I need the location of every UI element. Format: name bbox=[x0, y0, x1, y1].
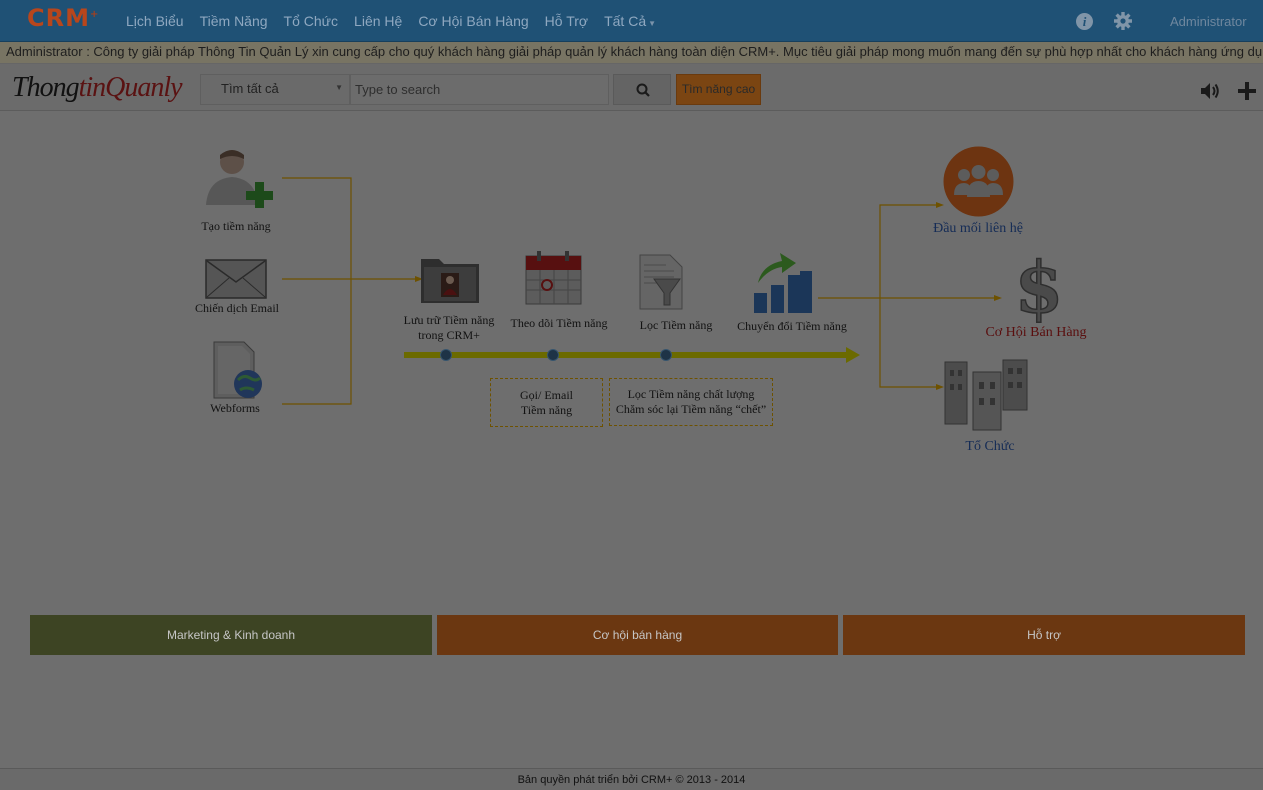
note-quality: Lọc Tiềm năng chất lượng Chăm sóc lại Ti… bbox=[609, 378, 773, 426]
timeline-node bbox=[547, 349, 559, 361]
category-support-button[interactable]: Hỗ trợ bbox=[843, 615, 1245, 655]
note-quality-line-1: Lọc Tiềm năng chất lượng bbox=[627, 387, 755, 401]
source-label-email-campaign: Chiến dịch Email bbox=[195, 301, 279, 315]
webforms-icon[interactable] bbox=[208, 340, 266, 402]
source-label-webforms: Webforms bbox=[210, 401, 260, 415]
dollar-icon[interactable]: $ bbox=[1008, 248, 1070, 324]
category-opportunity-button[interactable]: Cơ hội bán hàng bbox=[437, 615, 838, 655]
timeline-node bbox=[440, 349, 452, 361]
step-label-store-2: trong CRM+ bbox=[418, 328, 480, 342]
output-label-contact: Đầu mối liên hệ bbox=[933, 221, 1023, 236]
note-call-email: Gọi/ Email Tiềm năng bbox=[490, 378, 603, 427]
step-label-filter: Lọc Tiềm năng bbox=[639, 318, 713, 332]
source-label-create-lead: Tạo tiềm năng bbox=[201, 219, 271, 233]
note-call-line-1: Gọi/ Email bbox=[520, 388, 573, 402]
step-label-store-1: Lưu trữ Tiềm năng bbox=[403, 313, 495, 327]
output-label-opportunity: Cơ Hội Bán Hàng bbox=[985, 325, 1087, 340]
folder-icon[interactable] bbox=[419, 253, 481, 305]
note-quality-line-2: Chăm sóc lại Tiềm năng “chết” bbox=[615, 402, 767, 416]
contacts-group-icon[interactable] bbox=[942, 145, 1015, 218]
svg-text:$: $ bbox=[1015, 248, 1064, 324]
add-user-icon[interactable] bbox=[202, 143, 274, 211]
step-label-convert: Chuyển đổi Tiềm năng bbox=[737, 319, 847, 333]
category-marketing-button[interactable]: Marketing & Kinh doanh bbox=[30, 615, 432, 655]
convert-chart-icon[interactable] bbox=[752, 249, 814, 316]
calendar-icon[interactable] bbox=[525, 250, 582, 306]
email-icon[interactable] bbox=[205, 258, 267, 300]
timeline-node bbox=[660, 349, 672, 361]
buildings-icon[interactable] bbox=[941, 356, 1031, 432]
footer-copyright: Bản quyền phát triển bởi CRM+ © 2013 - 2… bbox=[0, 768, 1263, 790]
output-label-organization: Tổ Chức bbox=[965, 439, 1015, 454]
step-label-track: Theo dõi Tiềm năng bbox=[510, 316, 608, 330]
filter-icon[interactable] bbox=[638, 253, 686, 311]
note-call-line-2: Tiềm năng bbox=[520, 403, 573, 417]
